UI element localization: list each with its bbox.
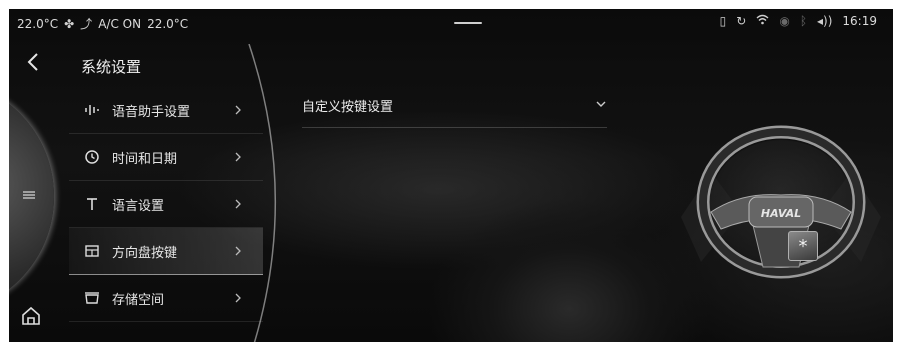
wheel-logo: HAVAL xyxy=(761,207,801,220)
back-arrow-icon[interactable] xyxy=(23,51,45,73)
inside-temp: 22.0°C xyxy=(147,16,189,31)
custom-key-dropdown[interactable]: 自定义按键设置 xyxy=(302,91,607,128)
volume-icon: ◂)) xyxy=(817,14,833,28)
custom-key-symbol: * xyxy=(798,235,808,257)
voice-icon xyxy=(85,105,99,115)
home-icon[interactable] xyxy=(21,306,41,326)
clock-icon xyxy=(85,150,99,164)
outside-temp: 22.0°C xyxy=(17,16,59,31)
wifi-icon xyxy=(756,14,769,28)
menu-arc-divider xyxy=(248,44,276,342)
clock-time: 16:19 xyxy=(842,14,877,28)
dropdown-label: 自定义按键设置 xyxy=(302,100,394,115)
side-panel-handle-icon[interactable] xyxy=(22,189,36,201)
pull-down-handle[interactable] xyxy=(454,22,482,24)
page-title: 系统设置 xyxy=(81,58,142,76)
ac-status[interactable]: A/C ON xyxy=(98,17,141,31)
steering-key-icon xyxy=(85,245,99,257)
steering-wheel-illustration: HAVAL xyxy=(681,125,881,279)
storage-icon xyxy=(85,292,99,304)
chevron-down-icon xyxy=(596,101,606,107)
status-bar: 22.0°C ✤ ⤴ A/C ON 22.0°C ▯ ↻ ◉ ᛒ ◂)) 16:… xyxy=(9,9,893,35)
custom-key-button[interactable]: * xyxy=(788,231,818,261)
sync-icon: ↻ xyxy=(736,14,747,28)
infotainment-screen: 22.0°C ✤ ⤴ A/C ON 22.0°C ▯ ↻ ◉ ᛒ ◂)) 16:… xyxy=(9,9,893,342)
airflow-icon[interactable]: ⤴ xyxy=(80,15,92,32)
vibrate-icon: ▯ xyxy=(719,14,727,28)
bluetooth-icon: ᛒ xyxy=(799,14,808,28)
fan-icon[interactable]: ✤ xyxy=(64,17,74,31)
text-icon xyxy=(87,198,97,210)
hotspot-icon: ◉ xyxy=(779,14,790,28)
